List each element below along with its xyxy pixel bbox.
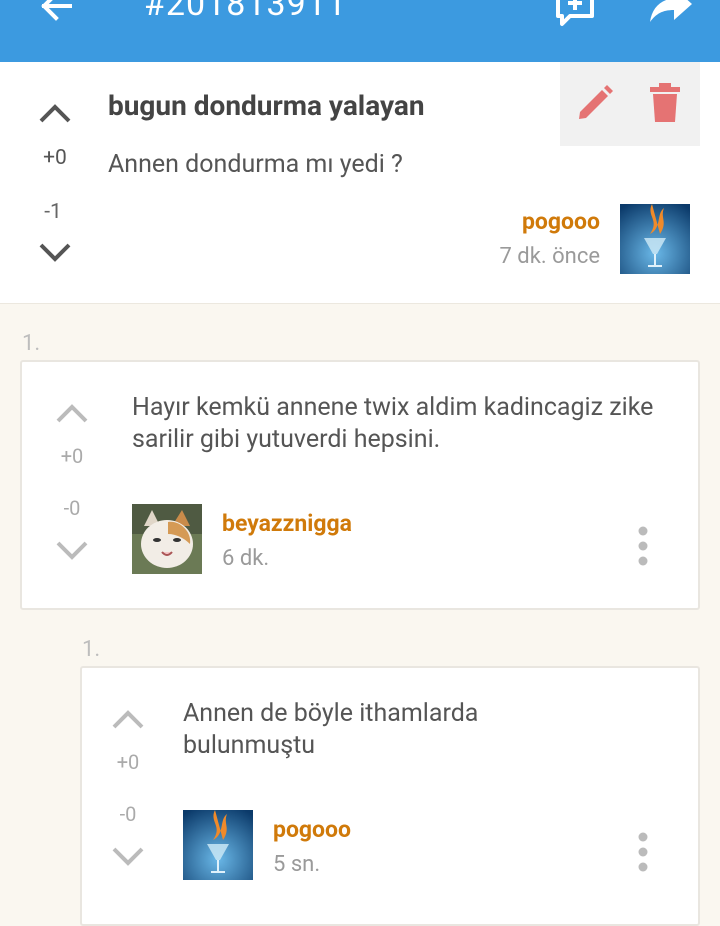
avatar-image-glass-fire	[620, 204, 690, 274]
more-options-icon[interactable]	[636, 526, 650, 566]
comment-index: 1.	[22, 331, 41, 356]
reply-comment-card: +0 -0 Annen de böyle ithamlarda bulunmuş…	[80, 666, 700, 926]
comment-downvote-count: -0	[119, 802, 137, 826]
topic-upvote-count: +0	[43, 146, 67, 170]
comment-author[interactable]: pogooo	[273, 816, 351, 843]
comment-index: 1.	[82, 637, 101, 662]
comment-author-avatar[interactable]	[132, 504, 202, 574]
downvote-chevron-icon[interactable]	[111, 846, 145, 868]
comment-upvote-count: +0	[116, 750, 140, 774]
share-icon[interactable]	[648, 0, 694, 26]
comment-downvote-count: -0	[63, 496, 81, 520]
comment-text: Hayır kemkü annene twix aldim kadincagiz…	[132, 393, 654, 454]
topic-author[interactable]: pogooo	[522, 208, 600, 235]
topic-entry: +0 -1 bugun dondurma yalayan Annen dondu…	[0, 62, 720, 304]
avatar-image-glass-fire	[183, 810, 253, 880]
delete-icon[interactable]	[648, 82, 682, 124]
back-arrow-icon[interactable]	[36, 0, 76, 26]
app-bar: #201813911	[0, 0, 720, 62]
topic-id-title: #201813911	[144, 0, 347, 24]
upvote-chevron-icon[interactable]	[38, 102, 72, 124]
comment-time: 5 sn.	[273, 852, 321, 877]
upvote-chevron-icon[interactable]	[55, 402, 89, 424]
comment-author-avatar[interactable]	[183, 810, 253, 880]
more-options-icon[interactable]	[636, 832, 650, 872]
comment-card: +0 -0 Hayır kemkü annene twix aldim kadi…	[20, 360, 700, 610]
downvote-chevron-icon[interactable]	[55, 540, 89, 562]
add-comment-icon[interactable]	[552, 0, 598, 30]
topic-downvote-count: -1	[44, 200, 62, 224]
topic-title: bugun dondurma yalayan	[108, 89, 425, 122]
comment-upvote-count: +0	[60, 444, 84, 468]
upvote-chevron-icon[interactable]	[111, 708, 145, 730]
topic-actions	[560, 62, 700, 146]
comment-author[interactable]: beyazznigga	[222, 510, 352, 537]
avatar-image-cat	[132, 504, 202, 574]
edit-icon[interactable]	[574, 82, 616, 124]
comment-text: Annen de böyle ithamlarda bulunmuştu	[183, 699, 479, 760]
topic-time: 7 dk. önce	[499, 244, 600, 269]
downvote-chevron-icon[interactable]	[38, 242, 72, 264]
comment-time: 6 dk.	[222, 546, 270, 571]
topic-body: Annen dondurma mı yedi ?	[108, 150, 403, 179]
topic-author-avatar[interactable]	[620, 204, 690, 274]
